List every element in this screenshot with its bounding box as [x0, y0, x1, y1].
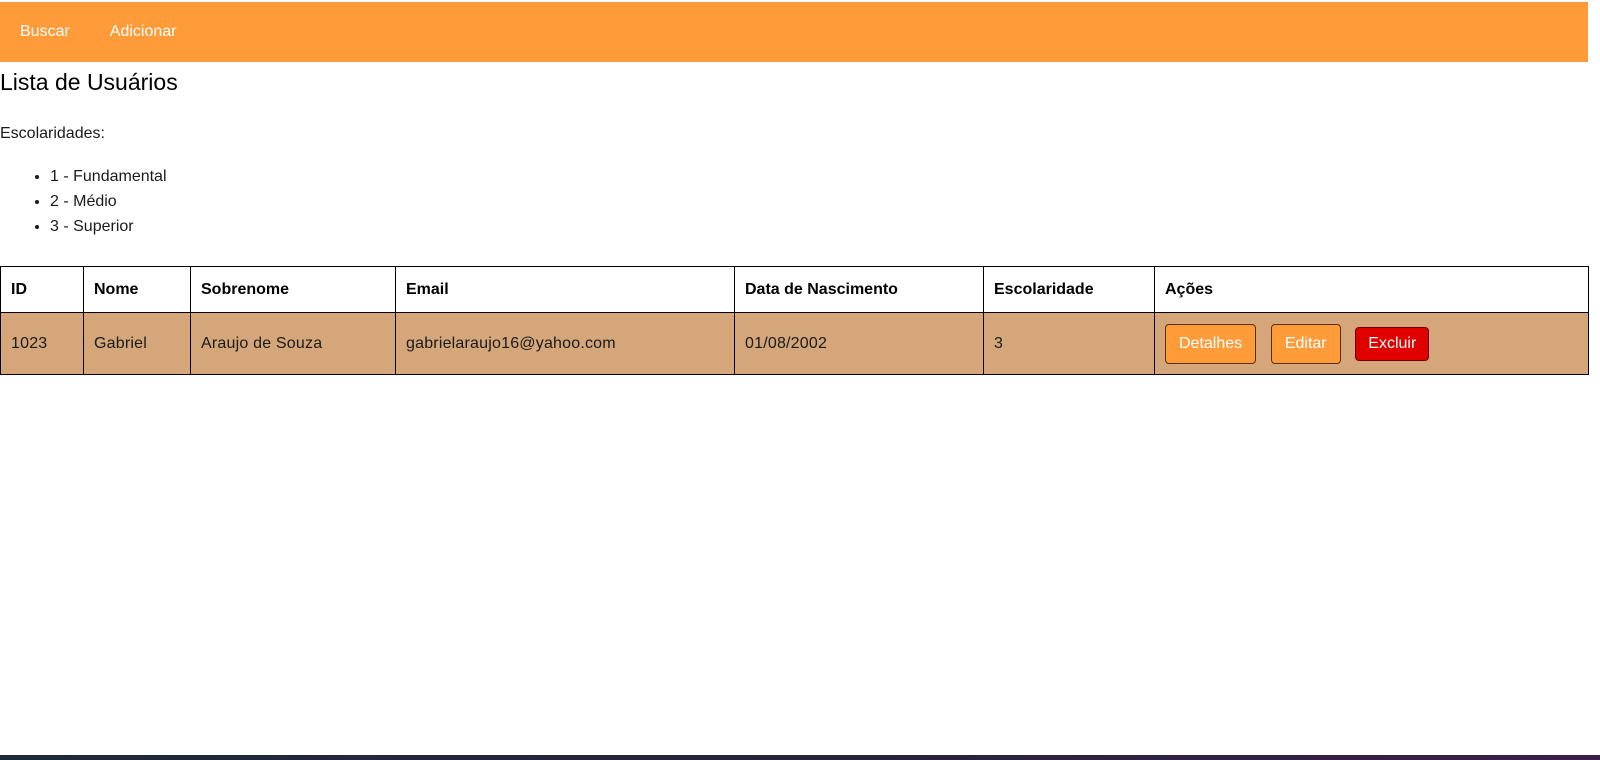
header-email: Email	[395, 266, 735, 313]
table-header-row: ID Nome Sobrenome Email Data de Nascimen…	[0, 266, 1589, 313]
cell-email: gabrielaraujo16@yahoo.com	[395, 312, 735, 375]
education-list: 1 - Fundamental 2 - Médio 3 - Superior	[0, 164, 167, 239]
education-item: 1 - Fundamental	[50, 164, 167, 189]
edit-button[interactable]: Editar	[1270, 323, 1341, 364]
education-label: Escolaridades:	[0, 125, 105, 142]
delete-button[interactable]: Excluir	[1355, 326, 1430, 361]
nav-add-link[interactable]: Adicionar	[110, 23, 177, 41]
table-row: 1023 Gabriel Araujo de Souza gabrielarau…	[0, 312, 1589, 375]
cell-sobrenome: Araujo de Souza	[190, 312, 396, 375]
header-id: ID	[0, 266, 84, 313]
education-item: 3 - Superior	[50, 214, 167, 239]
top-navbar: Buscar Adicionar	[0, 2, 1588, 62]
details-button[interactable]: Detalhes	[1165, 323, 1257, 364]
window-bottom-strip	[0, 755, 1600, 760]
header-nome: Nome	[83, 266, 191, 313]
cell-escolaridade: 3	[983, 312, 1155, 375]
header-acoes: Ações	[1154, 266, 1589, 313]
header-sobrenome: Sobrenome	[190, 266, 396, 313]
cell-id: 1023	[0, 312, 84, 375]
page-title: Lista de Usuários	[0, 69, 178, 95]
cell-nome: Gabriel	[83, 312, 191, 375]
cell-acoes: Detalhes Editar Excluir	[1154, 312, 1589, 375]
users-table: ID Nome Sobrenome Email Data de Nascimen…	[0, 266, 1589, 375]
cell-data-nascimento: 01/08/2002	[734, 312, 984, 375]
header-escolaridade: Escolaridade	[983, 266, 1155, 313]
nav-search-link[interactable]: Buscar	[20, 23, 70, 41]
header-data-nascimento: Data de Nascimento	[734, 266, 984, 313]
education-item: 2 - Médio	[50, 189, 167, 214]
